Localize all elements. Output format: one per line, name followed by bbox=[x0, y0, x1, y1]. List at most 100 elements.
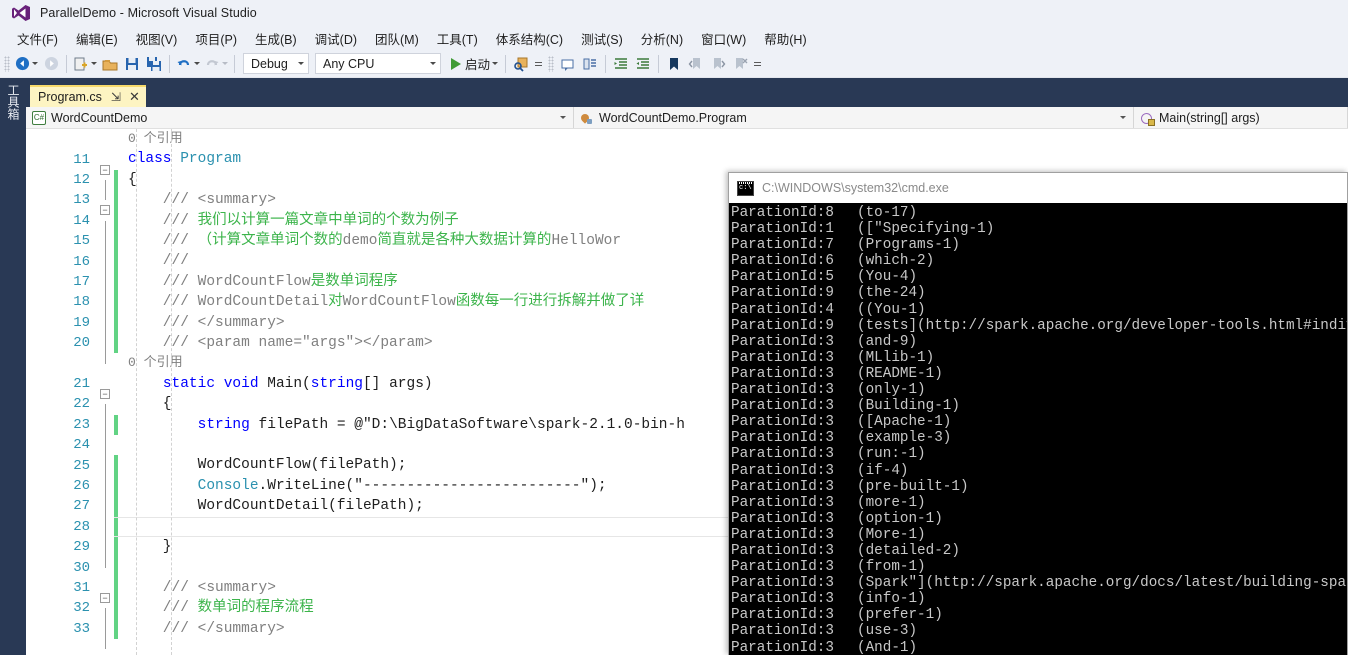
menu-test[interactable]: 测试(S) bbox=[572, 27, 632, 50]
console-partition-id: ParationId:3 bbox=[731, 414, 834, 431]
console-word-count: (You-4) bbox=[857, 269, 918, 286]
cmd-console-window[interactable]: C:\WINDOWS\system32\cmd.exe ParationId:8… bbox=[728, 172, 1348, 655]
close-icon[interactable]: ✕ bbox=[129, 89, 140, 105]
console-word-count: (which-2) bbox=[857, 253, 935, 270]
toolbar-overflow-button-2[interactable] bbox=[751, 53, 763, 75]
console-partition-id: ParationId:6 bbox=[731, 253, 834, 270]
code-text[interactable]: WordCountFlow(filePath); bbox=[118, 455, 407, 475]
codelens-reference-label[interactable]: 0 个引用 bbox=[118, 353, 183, 373]
code-text[interactable]: /// </summary> bbox=[118, 313, 285, 333]
code-text[interactable]: string filePath = @"D:\BigDataSoftware\s… bbox=[118, 415, 685, 435]
menu-build[interactable]: 生成(B) bbox=[246, 27, 306, 50]
codelens-reference-label[interactable]: 0 个引用 bbox=[118, 129, 183, 149]
code-text[interactable]: /// （计算文章单词个数的demo简直就是各种大数据计算的HelloWor bbox=[118, 231, 621, 251]
console-partition-id: ParationId:3 bbox=[731, 333, 834, 350]
console-line: ParationId:3 (README-1) bbox=[731, 366, 1347, 382]
menu-analyze[interactable]: 分析(N) bbox=[632, 27, 692, 50]
undo-button[interactable] bbox=[174, 53, 202, 75]
console-title: C:\WINDOWS\system32\cmd.exe bbox=[762, 181, 949, 195]
menu-team[interactable]: 团队(M) bbox=[366, 27, 428, 50]
code-text[interactable]: /// <summary> bbox=[118, 190, 276, 210]
redo-dropdown-caret[interactable] bbox=[222, 62, 228, 65]
increase-indent-button[interactable] bbox=[610, 53, 632, 75]
menu-file[interactable]: 文件(F) bbox=[8, 27, 67, 50]
toolbar-grip-2[interactable] bbox=[548, 55, 555, 72]
menu-debug[interactable]: 调试(D) bbox=[306, 27, 366, 50]
toolbar-overflow-button[interactable] bbox=[532, 53, 544, 75]
console-partition-id: ParationId:3 bbox=[731, 559, 834, 576]
previous-bookmark-button[interactable] bbox=[685, 53, 707, 75]
save-button[interactable] bbox=[121, 53, 143, 75]
type-name: WordCountDemo.Program bbox=[599, 110, 747, 125]
code-text[interactable]: } bbox=[118, 537, 172, 557]
code-text[interactable]: static void Main(string[] args) bbox=[118, 374, 433, 394]
pin-icon[interactable]: ⇲ bbox=[111, 90, 121, 104]
start-dropdown-caret[interactable] bbox=[492, 62, 499, 65]
uncomment-selection-icon bbox=[583, 58, 597, 69]
member-dropdown[interactable]: Main(string[] args) bbox=[1134, 107, 1348, 128]
comment-selection-button[interactable] bbox=[557, 53, 579, 75]
redo-button[interactable] bbox=[202, 53, 230, 75]
menu-view[interactable]: 视图(V) bbox=[127, 27, 187, 50]
code-text[interactable]: /// 数单词的程序流程 bbox=[118, 598, 314, 618]
code-text[interactable]: { bbox=[118, 170, 137, 190]
find-in-files-button[interactable] bbox=[510, 53, 532, 75]
menu-architecture[interactable]: 体系结构(C) bbox=[487, 27, 572, 50]
line-number: 20 bbox=[73, 335, 90, 352]
find-in-files-icon bbox=[514, 57, 528, 72]
save-all-button[interactable] bbox=[143, 53, 165, 75]
code-text[interactable]: /// </summary> bbox=[118, 619, 285, 639]
toolbox-panel-tab[interactable]: 工具箱 bbox=[0, 78, 26, 655]
clear-bookmarks-button[interactable] bbox=[729, 53, 751, 75]
code-text[interactable]: /// WordCountDetail对WordCountFlow函数每一行进行… bbox=[118, 292, 644, 312]
toggle-bookmark-button[interactable] bbox=[663, 53, 685, 75]
line-number: 33 bbox=[73, 620, 90, 637]
start-debug-button[interactable]: 启动 bbox=[448, 53, 501, 75]
undo-dropdown-caret[interactable] bbox=[194, 62, 200, 65]
solution-configuration-combo[interactable]: Debug bbox=[243, 53, 309, 74]
console-partition-id: ParationId:3 bbox=[731, 623, 834, 640]
menu-tools[interactable]: 工具(T) bbox=[428, 27, 487, 50]
title-bar: ParallelDemo - Microsoft Visual Studio bbox=[0, 0, 1348, 26]
configuration-caret bbox=[298, 62, 304, 65]
code-text[interactable]: Console.WriteLine("---------------------… bbox=[118, 476, 607, 496]
code-text[interactable]: /// bbox=[118, 251, 189, 271]
console-partition-id: ParationId:3 bbox=[731, 526, 834, 543]
code-text[interactable]: { bbox=[118, 394, 172, 414]
new-item-dropdown-caret[interactable] bbox=[91, 62, 97, 65]
console-word-count: (if-4) bbox=[857, 462, 909, 479]
console-line: ParationId:3 (MLlib-1) bbox=[731, 350, 1347, 366]
code-line[interactable]: 11− class Program bbox=[26, 149, 1348, 175]
type-dropdown[interactable]: WordCountDemo.Program bbox=[574, 107, 1134, 128]
menu-edit[interactable]: 编辑(E) bbox=[67, 27, 127, 50]
line-number: 19 bbox=[73, 314, 90, 331]
console-word-count: (only-1) bbox=[857, 382, 926, 399]
menu-project[interactable]: 项目(P) bbox=[186, 27, 246, 50]
menu-help[interactable]: 帮助(H) bbox=[755, 27, 815, 50]
solution-platform-combo[interactable]: Any CPU bbox=[315, 53, 441, 74]
code-text[interactable]: /// <param name="args"></param> bbox=[118, 333, 433, 353]
code-text[interactable]: WordCountDetail(filePath); bbox=[118, 496, 424, 516]
tab-program-cs[interactable]: Program.cs ⇲ ✕ bbox=[30, 85, 146, 107]
next-bookmark-button[interactable] bbox=[707, 53, 729, 75]
toolbar-grip[interactable] bbox=[4, 55, 10, 72]
open-file-button[interactable] bbox=[99, 53, 121, 75]
project-dropdown[interactable]: C# WordCountDemo bbox=[26, 107, 574, 128]
codelens-class-references[interactable]: 0 个引用 bbox=[26, 129, 1348, 149]
console-word-count: (the-24) bbox=[857, 285, 926, 302]
navigate-forward-button[interactable] bbox=[40, 53, 62, 75]
code-text[interactable]: /// <summary> bbox=[118, 578, 276, 598]
code-text[interactable]: /// 我们以计算一篇文章中单词的个数为例子 bbox=[118, 211, 459, 231]
console-word-count: (Spark"](http://spark.apache.org/docs/la… bbox=[857, 575, 1347, 592]
menu-window[interactable]: 窗口(W) bbox=[692, 27, 755, 50]
decrease-indent-button[interactable] bbox=[632, 53, 654, 75]
console-line: ParationId:3 (More-1) bbox=[731, 527, 1347, 543]
navigate-back-button[interactable] bbox=[13, 53, 40, 75]
console-line: ParationId:3 ([Apache-1) bbox=[731, 414, 1347, 430]
console-partition-id: ParationId:3 bbox=[731, 398, 834, 415]
new-item-button[interactable] bbox=[71, 53, 99, 75]
console-word-count: (pre-built-1) bbox=[857, 478, 969, 495]
code-text[interactable]: /// WordCountFlow是数单词程序 bbox=[118, 272, 398, 292]
back-dropdown-caret[interactable] bbox=[32, 62, 38, 65]
uncomment-selection-button[interactable] bbox=[579, 53, 601, 75]
